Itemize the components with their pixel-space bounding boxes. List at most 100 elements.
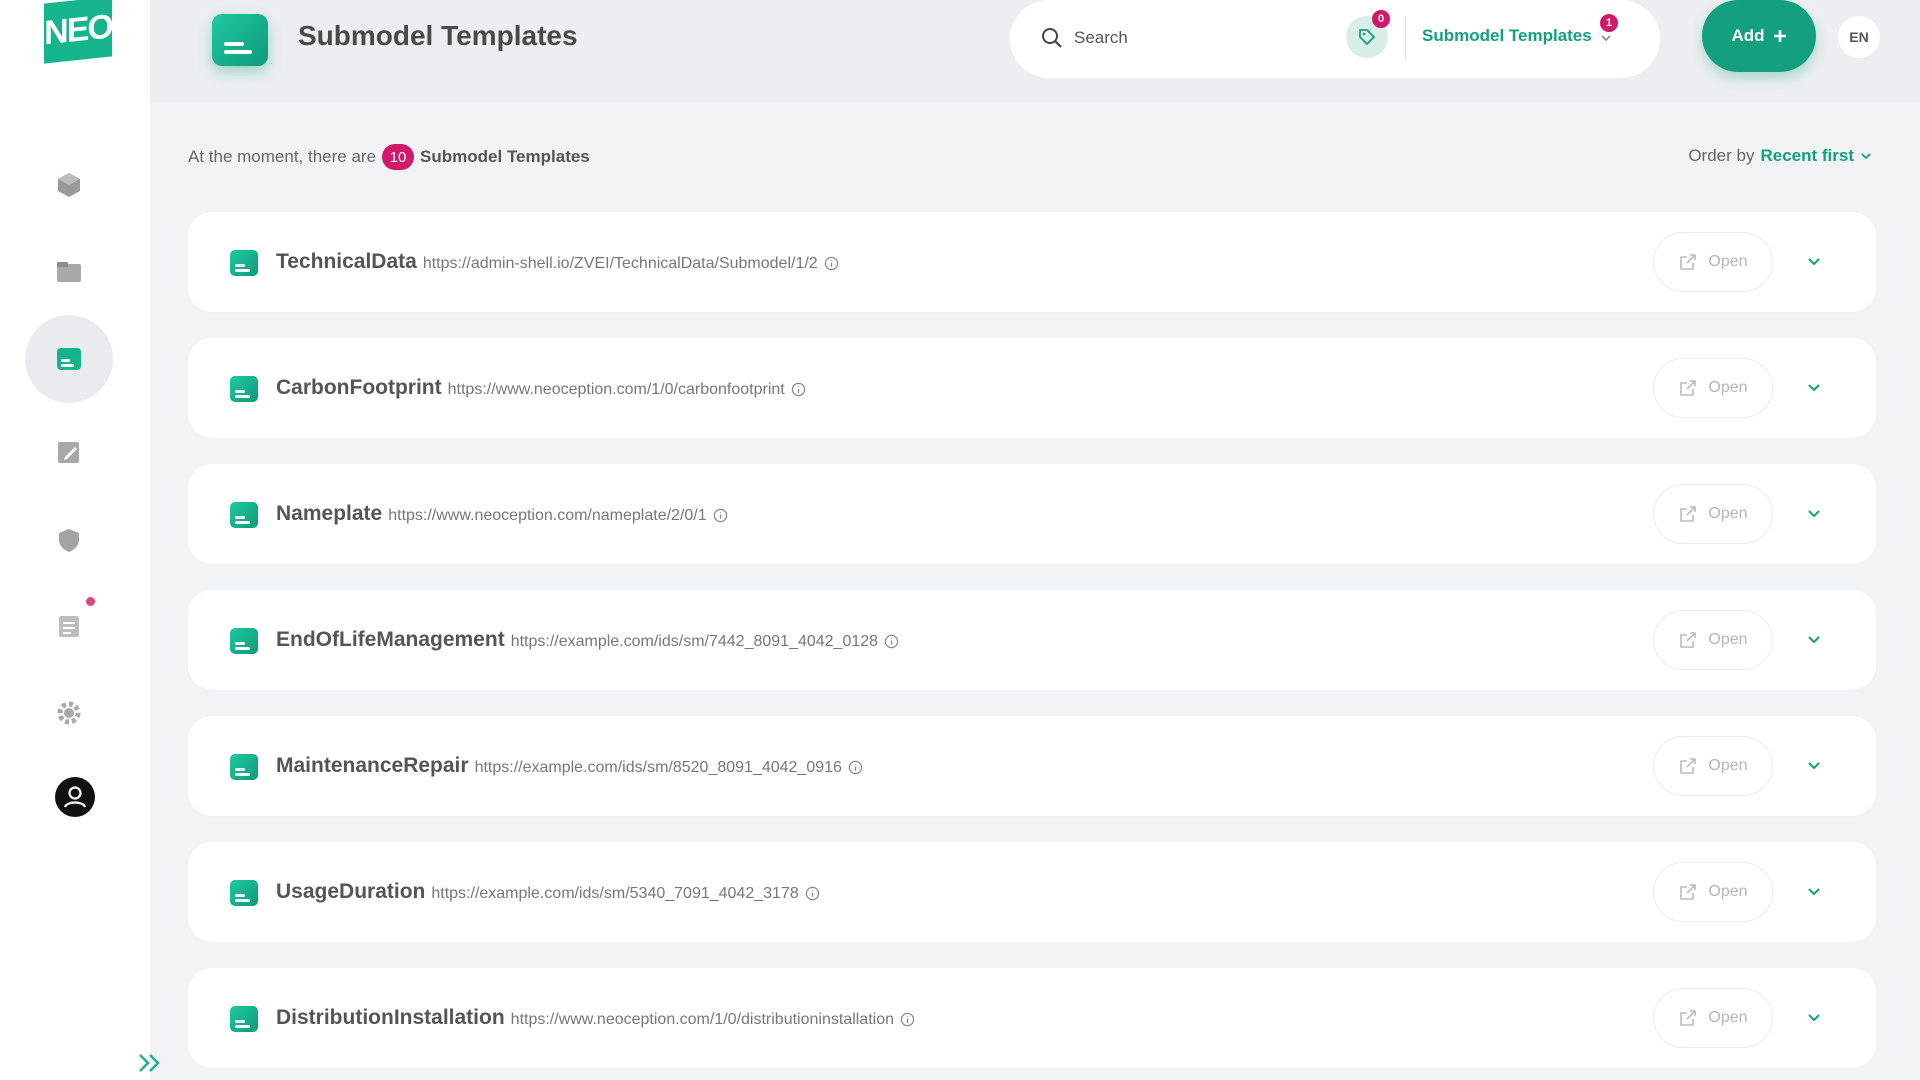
submodel-icon (230, 502, 258, 528)
info-icon[interactable] (713, 508, 728, 523)
search-input[interactable] (1074, 24, 1334, 52)
search-icon (1042, 28, 1062, 48)
add-button-label: Add (1731, 26, 1765, 45)
submodel-icon (230, 1006, 258, 1032)
template-row: EndOfLifeManagement https://example.com/… (188, 590, 1876, 690)
user-icon (63, 786, 87, 808)
sidebar-item-folders[interactable] (25, 228, 113, 316)
submodel-icon (230, 754, 258, 780)
expand-row-button[interactable] (1802, 880, 1826, 904)
list-icon (59, 616, 79, 637)
external-link-icon (1680, 758, 1697, 774)
template-name[interactable]: MaintenanceRepair (276, 754, 469, 778)
tag-icon (1359, 29, 1376, 46)
sidebar: NEO (0, 0, 160, 1080)
expand-sidebar-button[interactable] (134, 1047, 166, 1079)
search-scope-label: Submodel Templates (1422, 26, 1592, 45)
search-scope-select[interactable]: Submodel Templates 1 (1422, 14, 1618, 46)
external-link-icon (1680, 506, 1697, 522)
template-name[interactable]: TechnicalData (276, 250, 417, 274)
open-button-label: Open (1708, 1009, 1748, 1026)
summary-suffix: Submodel Templates (420, 147, 590, 166)
template-url: https://example.com/ids/sm/8520_8091_404… (474, 759, 842, 776)
notification-dot (86, 597, 95, 606)
open-button[interactable]: Open (1653, 988, 1773, 1048)
templates-count-badge: 10 (382, 144, 415, 170)
expand-row-button[interactable] (1802, 376, 1826, 400)
shield-icon (59, 529, 79, 552)
expand-row-button[interactable] (1802, 502, 1826, 526)
template-name[interactable]: DistributionInstallation (276, 1006, 505, 1030)
template-name[interactable]: Nameplate (276, 502, 382, 526)
tag-count-badge: 0 (1372, 10, 1390, 28)
open-button[interactable]: Open (1653, 232, 1773, 292)
template-row: TechnicalData https://admin-shell.io/ZVE… (188, 212, 1876, 312)
submodel-icon (57, 348, 81, 370)
sidebar-item-security[interactable] (25, 496, 113, 584)
chevron-down-icon (1808, 1014, 1820, 1022)
tag-filter-button[interactable]: 0 (1346, 10, 1390, 58)
template-name[interactable]: CarbonFootprint (276, 376, 442, 400)
expand-row-button[interactable] (1802, 1006, 1826, 1030)
neo-logo[interactable]: NEO (44, 0, 112, 64)
sidebar-item-settings[interactable] (25, 669, 113, 757)
template-row: Nameplate https://www.neoception.com/nam… (188, 464, 1876, 564)
submodel-template-icon (212, 14, 268, 66)
info-icon[interactable] (884, 634, 899, 649)
template-row: UsageDuration https://example.com/ids/sm… (188, 842, 1876, 942)
info-icon[interactable] (824, 256, 839, 271)
template-url: https://www.neoception.com/nameplate/2/0… (388, 507, 707, 524)
double-chevron-right-icon (139, 1054, 160, 1072)
template-name[interactable]: UsageDuration (276, 880, 425, 904)
template-name[interactable]: EndOfLifeManagement (276, 628, 505, 652)
user-avatar[interactable] (55, 777, 95, 817)
page-header: Submodel Templates 0 Submodel Templates … (150, 0, 1920, 102)
open-button-label: Open (1708, 253, 1748, 270)
info-icon[interactable] (900, 1012, 915, 1027)
chevron-down-icon (1808, 636, 1820, 644)
open-button[interactable]: Open (1653, 862, 1773, 922)
add-button[interactable]: Add (1702, 0, 1816, 72)
info-icon[interactable] (805, 886, 820, 901)
sidebar-item-assets[interactable] (25, 141, 113, 229)
template-url: https://admin-shell.io/ZVEI/TechnicalDat… (422, 255, 818, 272)
chevron-down-icon (1601, 35, 1611, 42)
info-icon[interactable] (791, 382, 806, 397)
divider (1405, 16, 1406, 60)
chevron-down-icon (1808, 888, 1820, 896)
external-link-icon (1680, 1010, 1697, 1026)
folder-icon (57, 262, 81, 282)
template-url: https://example.com/ids/sm/7442_8091_404… (510, 633, 879, 650)
chevron-down-icon (1808, 510, 1820, 518)
open-button[interactable]: Open (1653, 610, 1773, 670)
open-button-label: Open (1708, 505, 1748, 522)
sidebar-item-editor[interactable] (25, 408, 113, 496)
template-row: CarbonFootprint https://www.neoception.c… (188, 338, 1876, 438)
search-bar: 0 Submodel Templates 1 (1010, 0, 1660, 78)
chevron-down-icon (1808, 762, 1820, 770)
submodel-icon (230, 628, 258, 654)
template-url: https://www.neoception.com/1/0/distribut… (510, 1011, 894, 1028)
open-button[interactable]: Open (1653, 736, 1773, 796)
template-row: DistributionInstallation https://www.neo… (188, 968, 1876, 1068)
open-button-label: Open (1708, 631, 1748, 648)
external-link-icon (1680, 254, 1697, 270)
open-button-label: Open (1708, 379, 1748, 396)
sidebar-item-submodel-templates[interactable] (25, 315, 113, 403)
language-switcher[interactable]: EN (1838, 16, 1880, 58)
external-link-icon (1680, 632, 1697, 648)
expand-row-button[interactable] (1802, 754, 1826, 778)
info-icon[interactable] (848, 760, 863, 775)
gear-icon (57, 701, 81, 725)
order-by-select[interactable]: Order by Recent first (1688, 146, 1872, 166)
open-button[interactable]: Open (1653, 484, 1773, 544)
sidebar-item-logs[interactable] (25, 582, 113, 670)
expand-row-button[interactable] (1802, 628, 1826, 652)
template-url: https://example.com/ids/sm/5340_7091_404… (431, 885, 799, 902)
expand-row-button[interactable] (1802, 250, 1826, 274)
submodel-icon (230, 376, 258, 402)
templates-summary: At the moment, there are 10 Submodel Tem… (188, 144, 590, 170)
cube-icon (58, 173, 80, 197)
submodel-icon (230, 880, 258, 906)
open-button[interactable]: Open (1653, 358, 1773, 418)
